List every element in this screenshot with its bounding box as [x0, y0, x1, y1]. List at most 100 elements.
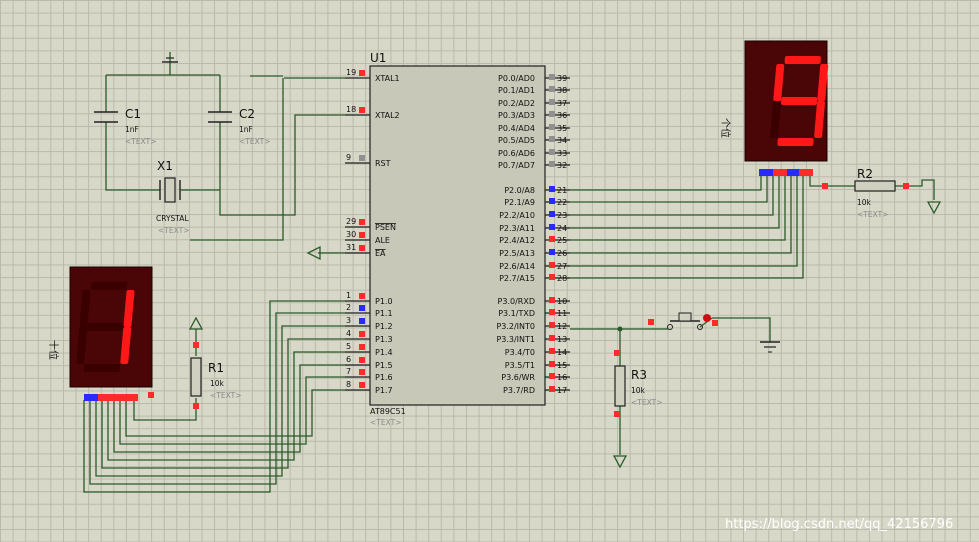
- capacitor-c2: C2 1nF <TEXT>: [208, 107, 270, 146]
- pin-number: 12: [557, 322, 567, 331]
- display-pin-strip-high: [799, 169, 813, 176]
- mcu-part: AT89C51: [370, 407, 406, 416]
- pin-number: 7: [346, 367, 351, 376]
- pin-state-marker: [549, 309, 555, 315]
- r3-ref: R3: [631, 368, 647, 382]
- pin-label: P0.0/AD0: [498, 74, 535, 83]
- display-pin-strip-high: [98, 394, 138, 401]
- resistor-body: [614, 365, 626, 407]
- pin-state-marker: [614, 350, 620, 356]
- pin-state-marker: [359, 369, 365, 375]
- pin-state-marker: [549, 211, 555, 217]
- mcu-text-tag: <TEXT>: [370, 418, 401, 427]
- pin-number: 2: [346, 303, 351, 312]
- pin-state-marker: [549, 348, 555, 354]
- pin-number: 35: [557, 124, 567, 133]
- pin-label: P2.4/A12: [499, 236, 535, 245]
- display-ones-label: 个位: [719, 118, 732, 138]
- pin-label: P2.0/A8: [504, 186, 535, 195]
- switch-cap: [678, 312, 692, 322]
- pin-label: RST: [375, 159, 391, 168]
- pin-state-marker: [549, 99, 555, 105]
- pin-number: 19: [346, 68, 356, 77]
- mcu-pin: 35 P0.4/AD4: [498, 124, 570, 133]
- c2-value: 1nF: [239, 125, 253, 134]
- pin-state-marker: [549, 373, 555, 379]
- pin-number: 4: [346, 329, 351, 338]
- pin-state-marker: [359, 344, 365, 350]
- x1-text-tag: <TEXT>: [158, 226, 189, 235]
- resistor-r3: R3 10k <TEXT>: [612, 350, 662, 469]
- wire: [570, 176, 786, 241]
- pin-label: P3.0/RXD: [498, 297, 535, 306]
- pin-state-marker: [549, 74, 555, 80]
- wire: [190, 78, 284, 241]
- pin-number: 24: [557, 224, 567, 233]
- pin-label: XTAL2: [375, 111, 400, 120]
- pin-state-marker: [359, 357, 365, 363]
- r3-value: 10k: [631, 386, 646, 395]
- pin-number: 10: [557, 297, 567, 306]
- resistor-body: [854, 180, 896, 192]
- wire: [809, 176, 855, 187]
- pin-state-marker: [822, 183, 828, 189]
- mcu-pin: 27 P2.6/A14: [499, 262, 570, 271]
- pin-number: 38: [557, 86, 567, 95]
- resistor-r1: R1 10k <TEXT>: [188, 316, 241, 409]
- pin-state-marker: [549, 249, 555, 255]
- pin-state-marker: [193, 342, 199, 348]
- pin-label: P0.3/AD3: [498, 111, 535, 120]
- pin-number: 34: [557, 136, 567, 145]
- pin-number: 33: [557, 149, 567, 158]
- wire: [895, 179, 935, 200]
- pin-state-marker: [359, 107, 365, 113]
- pin-state-marker: [549, 236, 555, 242]
- resistor-body: [190, 357, 202, 397]
- segment-g: [87, 323, 124, 331]
- ground-symbol: [162, 52, 178, 63]
- pin-label: P0.5/AD5: [498, 136, 535, 145]
- segment-d: [83, 364, 120, 372]
- pin-label: P2.5/A13: [499, 249, 535, 258]
- pin-number: 6: [346, 355, 351, 364]
- mcu-pin: 39 P0.0/AD0: [498, 74, 570, 83]
- pin-label: P1.0: [375, 297, 393, 306]
- pin-state-marker: [549, 111, 555, 117]
- pin-state-marker: [359, 318, 365, 324]
- mcu-pin: 36 P0.3/AD3: [498, 111, 570, 120]
- pin-state-marker: [549, 149, 555, 155]
- pin-state-marker: [549, 136, 555, 142]
- pin-number: 37: [557, 99, 567, 108]
- pin-state-marker: [359, 232, 365, 238]
- pin-number: 18: [346, 105, 356, 114]
- pin-number: 1: [346, 291, 351, 300]
- ground-arrow: [926, 201, 942, 215]
- r3-text-tag: <TEXT>: [631, 398, 662, 407]
- pin-number: 21: [557, 186, 567, 195]
- pin-label: P2.7/A15: [499, 274, 535, 283]
- pin-label: P1.4: [375, 348, 393, 357]
- pin-state-marker: [148, 392, 154, 398]
- pin-number: 29: [346, 217, 356, 226]
- pin-label: P1.1: [375, 309, 393, 318]
- mcu-pin: 11 P3.1/TXD: [498, 309, 570, 318]
- display-pin-strip-high: [773, 169, 787, 176]
- pin-number: 39: [557, 74, 567, 83]
- capacitor-c1: C1 1nF <TEXT>: [94, 107, 156, 146]
- c2-text-tag: <TEXT>: [239, 137, 270, 146]
- r2-text-tag: <TEXT>: [857, 210, 888, 219]
- mcu-pin: 23 P2.2/A10: [499, 211, 570, 220]
- pin-label: EA: [375, 249, 386, 258]
- schematic-svg: U1 AT89C51 <TEXT> 19XTAL118XTAL29RST29PS…: [47, 40, 953, 532]
- pin-number: 32: [557, 161, 567, 170]
- pin-label: ALE: [375, 236, 390, 245]
- pin-label: P1.7: [375, 386, 393, 395]
- pin-state-marker: [359, 305, 365, 311]
- mcu-pin: 38 P0.1/AD1: [498, 86, 570, 95]
- watermark: https://blog.csdn.net/qq_42156796: [725, 517, 953, 532]
- mcu-pin: 32 P0.7/AD7: [498, 161, 570, 170]
- pin-label: P0.2/AD2: [498, 99, 535, 108]
- pin-label: P0.6/AD6: [498, 149, 535, 158]
- pin-state-marker: [549, 361, 555, 367]
- pin-label: P3.7/RD: [503, 386, 535, 395]
